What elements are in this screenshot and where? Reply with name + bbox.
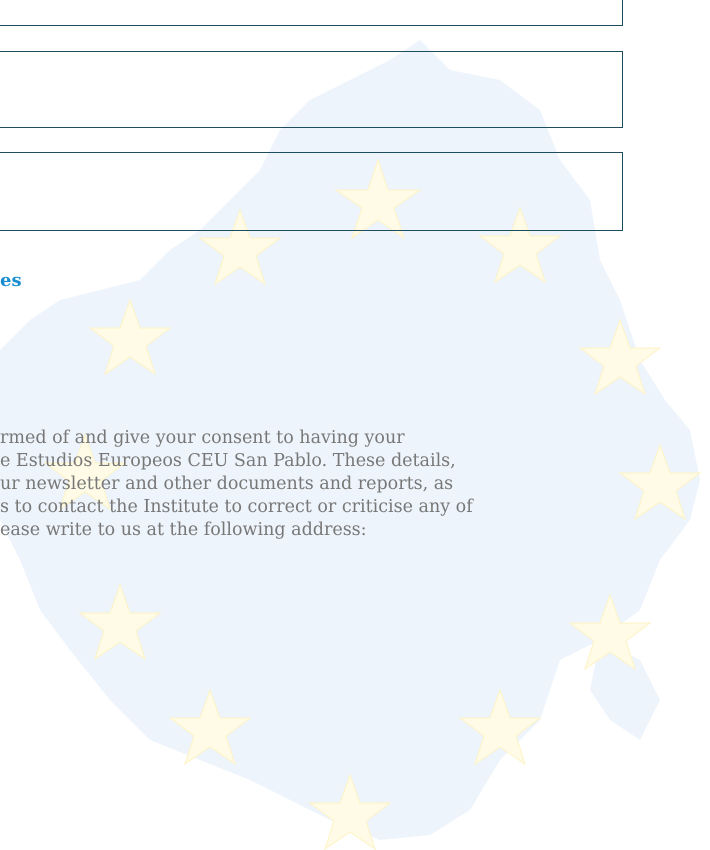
- consent-line: s to contact the Institute to correct or…: [0, 497, 473, 517]
- form-field-3[interactable]: [0, 152, 623, 231]
- form-field-2[interactable]: [0, 51, 623, 128]
- consent-line: ur newsletter and other documents and re…: [0, 474, 454, 494]
- section-heading: es: [0, 270, 22, 291]
- consent-line: rmed of and give your consent to having …: [0, 428, 405, 448]
- privacy-consent-text: rmed of and give your consent to having …: [0, 427, 710, 542]
- consent-line: e Estudios Europeos CEU San Pablo. These…: [0, 451, 456, 471]
- consent-line: ease write to us at the following addres…: [0, 520, 367, 540]
- form-field-1[interactable]: [0, 0, 623, 26]
